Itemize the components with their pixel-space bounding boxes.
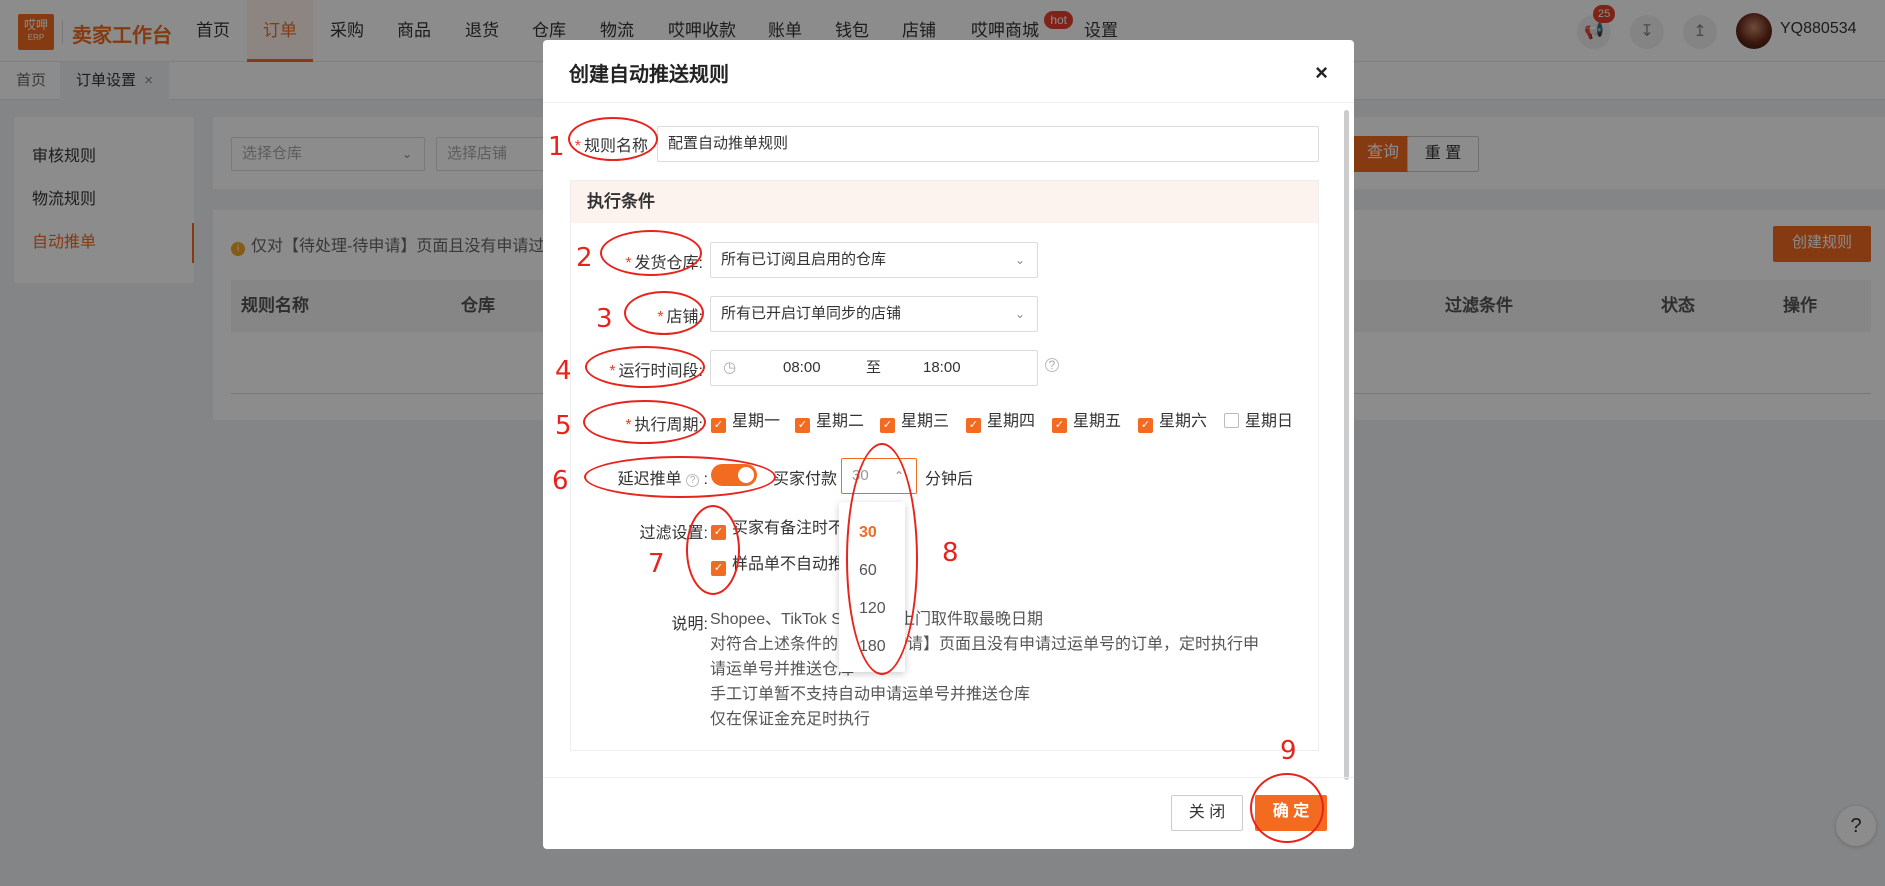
- delay-unit: 分钟后: [925, 471, 974, 488]
- annotation-ellipse: [568, 117, 658, 161]
- annotation-number: 8: [942, 538, 959, 568]
- day-checkbox[interactable]: ✓ 星期六: [1138, 412, 1208, 433]
- warehouse-field-value: 所有已订阅且启用的仓库: [721, 251, 887, 268]
- day-label: 星期三: [901, 413, 950, 430]
- buyer-pay-label: 买家付款: [773, 471, 838, 488]
- annotation-ellipse: [686, 505, 740, 595]
- filter-option: 样品单不自动推: [732, 556, 845, 573]
- annotation-number: 2: [576, 243, 593, 273]
- day-label: 星期六: [1159, 413, 1208, 430]
- annotation-ellipse: [585, 346, 705, 388]
- close-button[interactable]: 关 闭: [1171, 795, 1243, 831]
- day-checkbox[interactable]: ✓ 星期一: [711, 412, 781, 433]
- check-icon: ✓: [966, 418, 981, 433]
- day-checkbox[interactable]: ✓ 星期三: [880, 412, 950, 433]
- day-checkbox[interactable]: ✓ 星期二: [795, 412, 865, 433]
- day-label: 星期一: [732, 413, 781, 430]
- chevron-down-icon: ⌄: [1014, 253, 1025, 267]
- modal-header-divider: [543, 102, 1354, 103]
- annotation-ellipse: [846, 443, 918, 675]
- time-separator: 至: [866, 359, 882, 376]
- rule-name-input[interactable]: 配置自动推单规则: [657, 126, 1319, 162]
- annotation-ellipse: [600, 230, 702, 276]
- annotation-number: 3: [596, 304, 613, 334]
- runtime-range[interactable]: ◷ 08:00 至 18:00: [710, 350, 1038, 386]
- check-icon: ✓: [880, 418, 895, 433]
- create-rule-modal: 创建自动推送规则 × * 规则名称 配置自动推单规则 执行条件 * 发货仓库: 所有…: [543, 40, 1354, 849]
- store-field[interactable]: 所有已开启订单同步的店铺 ⌄: [710, 296, 1038, 332]
- check-icon: ✓: [711, 418, 726, 433]
- day-label: 星期二: [816, 413, 865, 430]
- annotation-ellipse: [624, 291, 704, 335]
- time-start: 08:00: [783, 359, 821, 376]
- annotation-ellipse: [583, 400, 706, 444]
- day-checkbox[interactable]: 星期日: [1224, 412, 1293, 432]
- note-line: 对符合上述条件的: [710, 636, 839, 653]
- chevron-down-icon: ⌄: [1014, 307, 1025, 321]
- annotation-number: 5: [555, 411, 572, 441]
- close-icon[interactable]: ×: [1315, 60, 1328, 86]
- day-label: 星期日: [1245, 413, 1294, 430]
- note-line: 上门取件取最晚日期: [899, 611, 1044, 628]
- annotation-number: 1: [548, 132, 565, 162]
- annotation-ellipse: [584, 456, 776, 498]
- annotation-number: 6: [552, 466, 569, 496]
- warehouse-field[interactable]: 所有已订阅且启用的仓库 ⌄: [710, 242, 1038, 278]
- note-line: Shopee、TikTok S: [710, 611, 842, 628]
- day-checkbox[interactable]: ✓ 星期五: [1052, 412, 1122, 433]
- annotation-number: 7: [648, 549, 665, 579]
- day-label: 星期五: [1073, 413, 1122, 430]
- note-line: 手工订单暂不支持自动申请运单号并推送仓库: [710, 686, 1031, 703]
- clock-icon: ◷: [723, 359, 737, 376]
- day-label: 星期四: [987, 413, 1036, 430]
- day-checkbox[interactable]: ✓ 星期四: [966, 412, 1036, 433]
- check-icon: ✓: [1138, 418, 1153, 433]
- note-line: 请运单号并推送仓库: [710, 661, 855, 678]
- annotation-number: 4: [555, 356, 572, 386]
- annotation-ellipse: [1250, 773, 1324, 843]
- check-icon: ✓: [1052, 418, 1067, 433]
- note-line: 申请】页面且没有申请过运单号的订单，定时执行申: [891, 636, 1260, 653]
- note-line: 仅在保证金充足时执行: [710, 711, 871, 728]
- modal-title: 创建自动推送规则: [569, 64, 729, 86]
- annotation-number: 9: [1280, 736, 1297, 766]
- modal-footer-divider: [543, 777, 1354, 778]
- notes-label: 说明:: [671, 616, 708, 633]
- section-title: 执行条件: [571, 181, 1318, 223]
- filter-option: 买家有备注时不: [732, 520, 845, 537]
- store-field-value: 所有已开启订单同步的店铺: [721, 305, 902, 322]
- checkbox-empty: [1224, 413, 1239, 428]
- modal-scrollbar[interactable]: [1344, 110, 1349, 780]
- time-end: 18:00: [923, 359, 961, 376]
- question-icon[interactable]: ?: [1045, 358, 1059, 372]
- check-icon: ✓: [795, 418, 810, 433]
